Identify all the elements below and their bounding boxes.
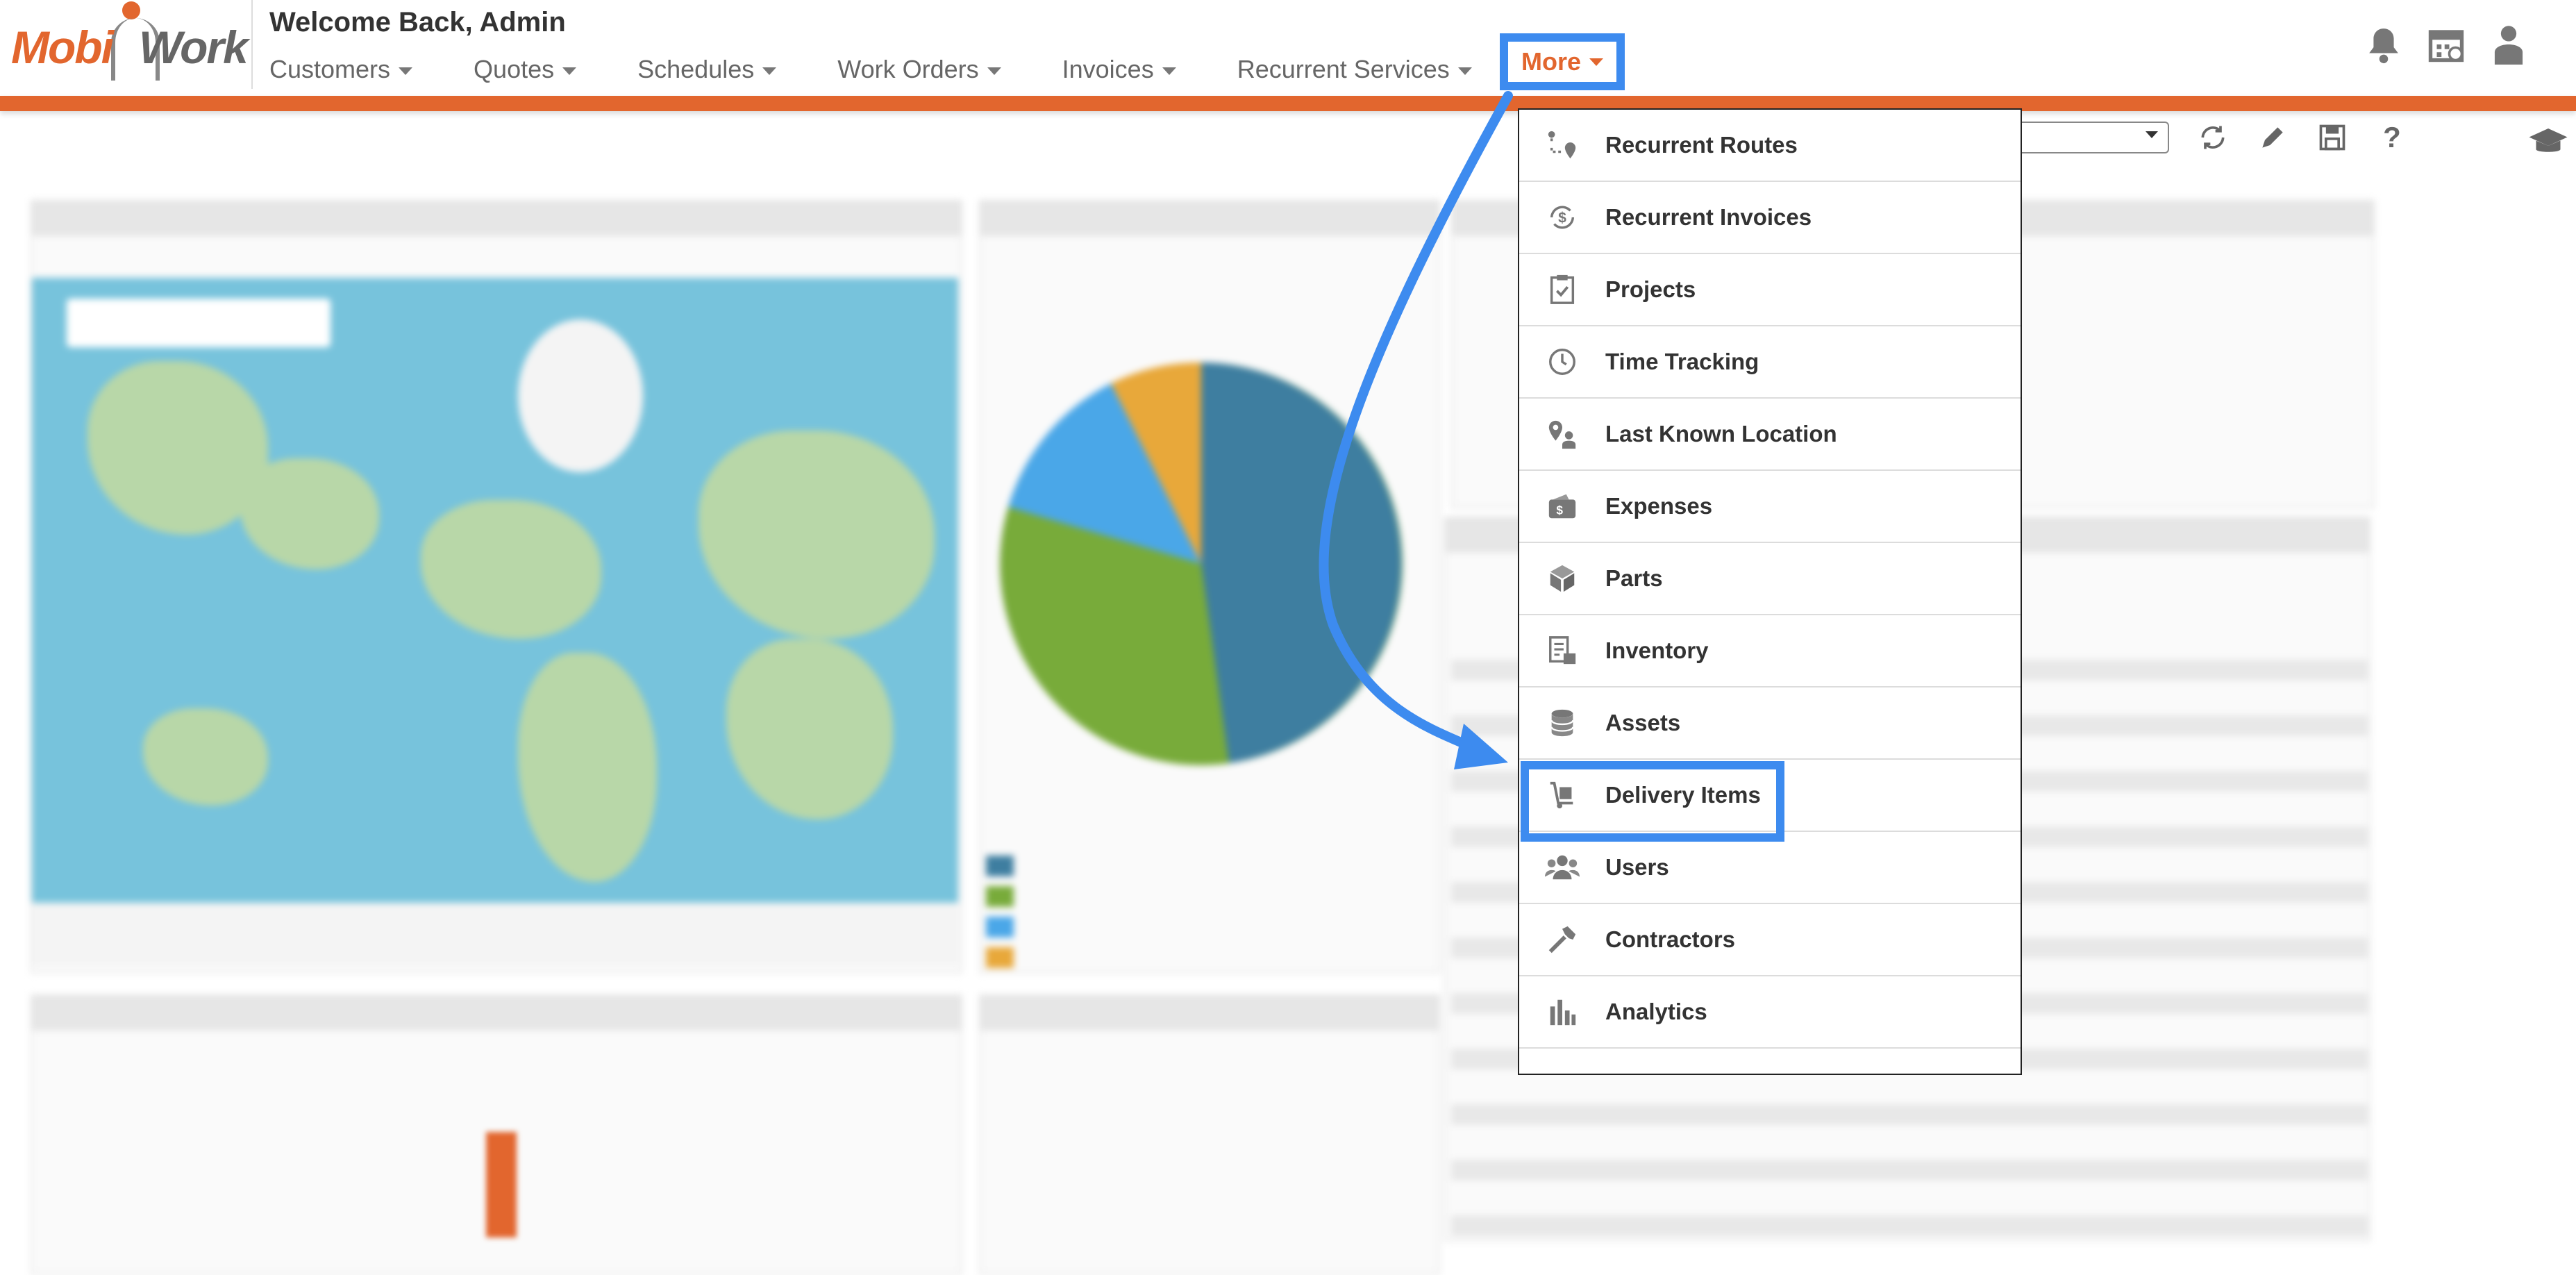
- top-bar: Mobi Work Welcome Back, Admin Customers …: [0, 0, 2576, 96]
- menu-item-projects[interactable]: Projects: [1519, 254, 2021, 326]
- menu-item-label: Assets: [1605, 710, 1681, 735]
- pie-legend: [986, 856, 1403, 981]
- nav-recurrent-services[interactable]: Recurrent Services: [1237, 55, 1472, 84]
- nav-quotes[interactable]: Quotes: [474, 55, 577, 84]
- box-icon: [1544, 560, 1580, 597]
- graduation-cap-icon[interactable]: [2527, 125, 2569, 160]
- route-icon: [1544, 127, 1580, 163]
- menu-item-contractors[interactable]: Contractors: [1519, 904, 2021, 976]
- chevron-down-icon: [1162, 67, 1176, 75]
- bell-icon[interactable]: [2365, 24, 2402, 65]
- clock-icon: [1544, 344, 1580, 380]
- nav-schedules[interactable]: Schedules: [637, 55, 777, 84]
- nav-customers[interactable]: Customers: [269, 55, 413, 84]
- help-icon[interactable]: ?: [2376, 121, 2408, 153]
- recurrent-invoice-icon: $: [1544, 199, 1580, 235]
- header-divider: [251, 0, 253, 89]
- chevron-down-icon: [1457, 67, 1472, 75]
- dashboard-background: [0, 111, 2576, 1275]
- menu-item-label: Analytics: [1605, 999, 1707, 1024]
- database-icon: [1544, 705, 1580, 741]
- menu-item-expenses[interactable]: $ Expenses: [1519, 471, 2021, 543]
- menu-item-recurrent-routes[interactable]: Recurrent Routes: [1519, 110, 2021, 182]
- menu-item-delivery-items[interactable]: Delivery Items: [1519, 760, 2021, 832]
- lower-middle-panel-header: [980, 996, 1439, 1031]
- user-icon[interactable]: [2490, 24, 2527, 65]
- menu-item-analytics[interactable]: Analytics: [1519, 976, 2021, 1049]
- menu-item-last-known-location[interactable]: Last Known Location: [1519, 399, 2021, 471]
- save-icon[interactable]: [2316, 122, 2348, 153]
- location-person-icon: [1544, 416, 1580, 452]
- users-icon: [1544, 849, 1580, 885]
- more-dropdown-menu: Recurrent Routes $ Recurrent Invoices Pr…: [1518, 108, 2022, 1075]
- menu-item-label: Expenses: [1605, 493, 1713, 519]
- menu-item-label: Last Known Location: [1605, 421, 1837, 447]
- menu-item-label: Delivery Items: [1605, 782, 1761, 808]
- lower-middle-panel: [979, 994, 1440, 1275]
- menu-item-label: Parts: [1605, 565, 1663, 591]
- svg-text:$: $: [1556, 503, 1563, 517]
- menu-item-label: Users: [1605, 854, 1669, 880]
- map-panel-header: [32, 201, 961, 236]
- menu-item-label: Recurrent Invoices: [1605, 204, 1812, 230]
- welcome-message: Welcome Back, Admin: [269, 7, 566, 38]
- bar-panel-header: [32, 996, 961, 1031]
- wallet-icon: $: [1544, 488, 1580, 524]
- nav-more[interactable]: More: [1500, 33, 1625, 90]
- calendar-icon[interactable]: [2427, 24, 2465, 65]
- menu-item-users[interactable]: Users: [1519, 832, 2021, 904]
- chevron-down-icon: [399, 67, 413, 75]
- menu-item-label: Recurrent Routes: [1605, 132, 1798, 158]
- clipboard-icon: [1544, 272, 1580, 308]
- header-icons: [2365, 24, 2527, 65]
- chevron-down-icon: [762, 67, 777, 75]
- menu-item-recurrent-invoices[interactable]: $ Recurrent Invoices: [1519, 182, 2021, 254]
- chevron-down-icon: [562, 67, 577, 75]
- nav-invoices[interactable]: Invoices: [1062, 55, 1176, 84]
- menu-item-label: Contractors: [1605, 926, 1736, 952]
- menu-item-parts[interactable]: Parts: [1519, 543, 2021, 615]
- inventory-icon: [1544, 633, 1580, 669]
- nav-work-orders[interactable]: Work Orders: [837, 55, 1001, 84]
- pie-chart: [1000, 362, 1403, 765]
- menu-item-label: Projects: [1605, 276, 1696, 302]
- world-map: [32, 278, 958, 965]
- chevron-down-icon: [1589, 58, 1603, 66]
- svg-text:$: $: [1558, 210, 1566, 226]
- pie-panel-header: [980, 201, 1439, 236]
- main-nav: Customers Quotes Schedules Work Orders I…: [269, 50, 1533, 89]
- menu-item-inventory[interactable]: Inventory: [1519, 615, 2021, 688]
- chart-bar: [486, 1132, 517, 1238]
- bar-chart-icon: [1544, 994, 1580, 1030]
- dashboard-toolbar: ?: [1986, 121, 2408, 153]
- mobiwork-logo[interactable]: Mobi Work: [7, 0, 249, 83]
- menu-item-time-tracking[interactable]: Time Tracking: [1519, 326, 2021, 399]
- refresh-icon[interactable]: [2197, 122, 2229, 153]
- header-accent-bar: [0, 96, 2576, 111]
- pencil-icon[interactable]: [2257, 122, 2289, 153]
- chevron-down-icon: [987, 67, 1001, 75]
- menu-item-label: Inventory: [1605, 638, 1709, 663]
- hammer-icon: [1544, 922, 1580, 958]
- hand-truck-icon: [1544, 777, 1580, 813]
- menu-item-assets[interactable]: Assets: [1519, 688, 2021, 760]
- menu-item-label: Time Tracking: [1605, 349, 1759, 374]
